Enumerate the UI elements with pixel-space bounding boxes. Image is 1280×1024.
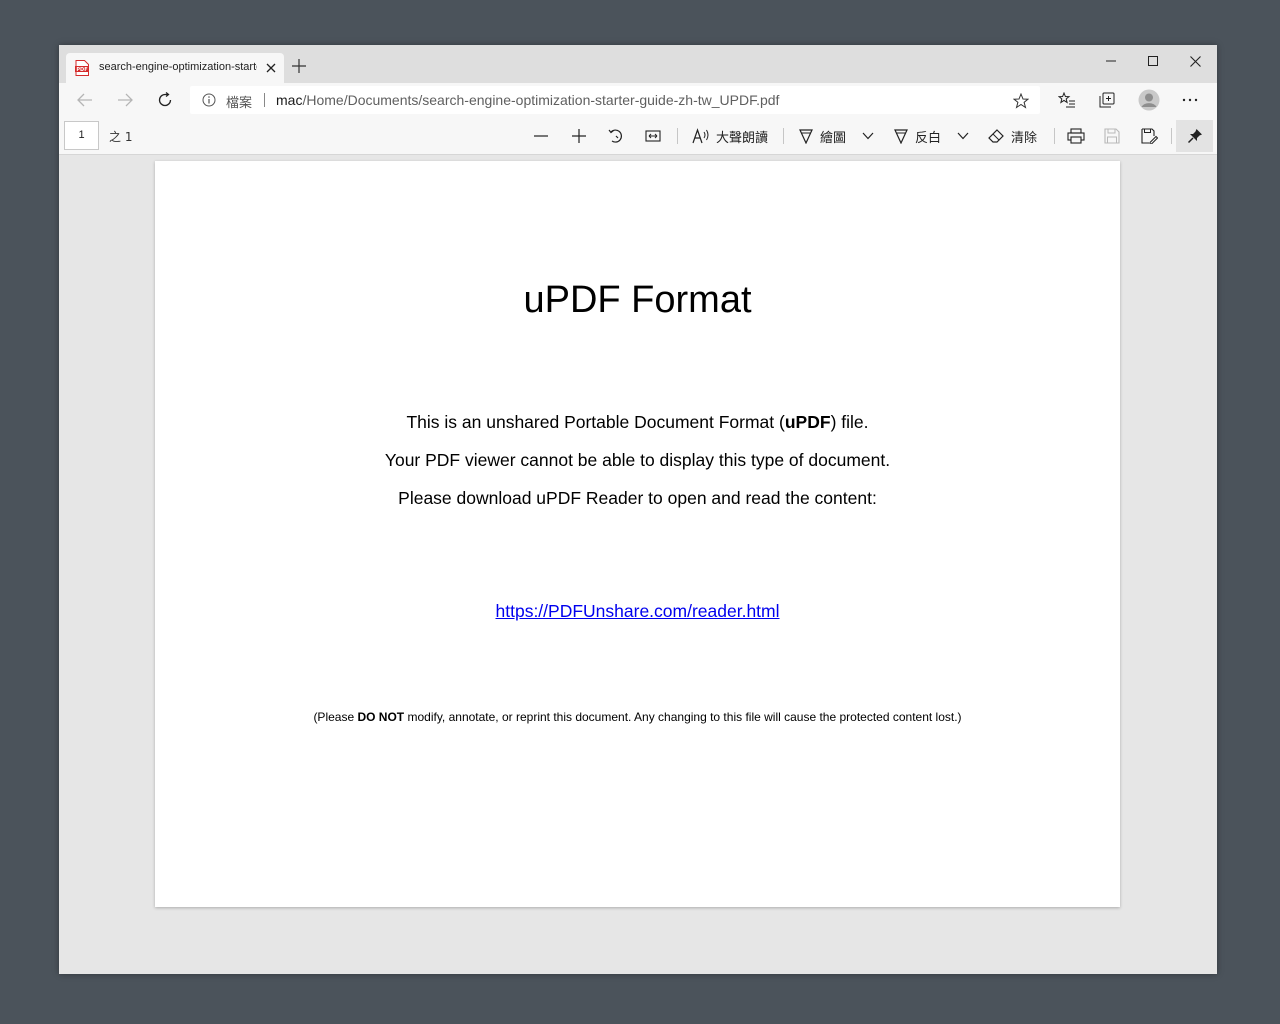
browser-window: PDF search-engine-optimization-starter-g… bbox=[59, 45, 1217, 974]
window-close-button[interactable] bbox=[1174, 47, 1216, 75]
document-line-1: This is an unshared Portable Document Fo… bbox=[155, 412, 1120, 433]
fit-page-button[interactable] bbox=[645, 123, 661, 149]
document-line-2: Your PDF viewer cannot be able to displa… bbox=[384, 450, 891, 470]
highlight-icon bbox=[894, 129, 908, 144]
toolbar-separator bbox=[1171, 128, 1172, 144]
chevron-down-icon bbox=[862, 132, 874, 140]
tab-close-button[interactable] bbox=[262, 59, 280, 77]
zoom-in-button[interactable] bbox=[571, 123, 587, 149]
print-button[interactable] bbox=[1067, 123, 1085, 149]
favorites-list-icon bbox=[1058, 92, 1075, 108]
maximize-icon bbox=[1148, 56, 1158, 66]
printer-icon bbox=[1067, 128, 1085, 144]
highlight-label: 反白 bbox=[915, 130, 942, 146]
highlight-button[interactable]: 反白 bbox=[893, 123, 941, 149]
minimize-icon bbox=[1106, 60, 1116, 62]
info-icon[interactable] bbox=[202, 93, 216, 107]
save-as-icon bbox=[1141, 128, 1158, 144]
document-note: (Please DO NOT modify, annotate, or repr… bbox=[155, 710, 1120, 724]
toolbar-separator bbox=[677, 128, 678, 144]
refresh-icon bbox=[158, 92, 172, 107]
draw-icon bbox=[799, 129, 813, 144]
page-total-label: 之 1 bbox=[109, 130, 133, 144]
url-path: /Home/Documents/search-engine-optimizati… bbox=[302, 92, 780, 108]
pin-toolbar-button[interactable] bbox=[1176, 120, 1213, 152]
erase-label: 清除 bbox=[1011, 130, 1038, 146]
tab-active[interactable]: PDF search-engine-optimization-starter-g… bbox=[66, 53, 284, 83]
maximize-button[interactable] bbox=[1132, 47, 1174, 75]
document-note-end: modify, annotate, or reprint this docume… bbox=[404, 710, 962, 724]
arrow-left-icon bbox=[77, 93, 92, 107]
highlight-options-dropdown[interactable] bbox=[957, 123, 969, 149]
pdf-icon-label: PDF bbox=[76, 67, 87, 73]
forward-button[interactable] bbox=[111, 87, 139, 113]
document-line-1-bold: uPDF bbox=[784, 412, 831, 432]
close-icon bbox=[266, 63, 276, 73]
refresh-button[interactable] bbox=[151, 87, 179, 113]
avatar-icon bbox=[1138, 89, 1160, 111]
minus-icon bbox=[534, 135, 548, 137]
back-button[interactable] bbox=[71, 87, 99, 113]
save-as-button[interactable] bbox=[1141, 123, 1158, 149]
document-note-bold: DO NOT bbox=[357, 710, 405, 724]
read-aloud-icon bbox=[692, 128, 709, 144]
star-icon bbox=[1013, 93, 1029, 109]
document-line-1-end: ) file. bbox=[830, 412, 869, 432]
arrow-right-icon bbox=[118, 93, 133, 107]
document-title: uPDF Format bbox=[523, 279, 752, 321]
more-icon bbox=[1182, 98, 1198, 102]
collections-button[interactable] bbox=[1093, 87, 1121, 113]
reader-download-link[interactable]: https://PDFUnshare.com/reader.html bbox=[496, 601, 780, 621]
favorites-button[interactable] bbox=[1053, 87, 1081, 113]
toolbar-separator bbox=[1054, 128, 1055, 144]
add-favorite-button[interactable] bbox=[1010, 90, 1032, 112]
minimize-button[interactable] bbox=[1090, 47, 1132, 75]
pdf-file-icon: PDF bbox=[75, 60, 89, 76]
site-identity-label: 檔案 bbox=[226, 96, 253, 111]
url-host: mac bbox=[276, 92, 303, 108]
draw-label: 繪圖 bbox=[820, 130, 847, 146]
fit-width-icon bbox=[645, 130, 661, 142]
new-tab-button[interactable] bbox=[289, 56, 309, 76]
profile-button[interactable] bbox=[1135, 87, 1163, 113]
erase-button[interactable]: 清除 bbox=[988, 123, 1037, 149]
plus-icon bbox=[572, 129, 586, 143]
address-bar[interactable]: 檔案 mac/Home/Documents/search-engine-opti… bbox=[190, 86, 1040, 114]
reader-link-container: https://PDFUnshare.com/reader.html bbox=[155, 601, 1120, 622]
page-number-input[interactable]: 1 bbox=[64, 121, 99, 150]
plus-icon bbox=[292, 59, 306, 73]
zoom-out-button[interactable] bbox=[533, 123, 549, 149]
pdf-page: uPDF Format This is an unshared Portable… bbox=[155, 161, 1120, 907]
document-line-3: Please download uPDF Reader to open and … bbox=[398, 488, 877, 508]
read-aloud-label: 大聲朗讀 bbox=[716, 130, 769, 146]
address-separator bbox=[264, 93, 265, 107]
save-button[interactable] bbox=[1104, 123, 1120, 149]
save-icon bbox=[1104, 128, 1120, 144]
url-text[interactable]: mac/Home/Documents/search-engine-optimiz… bbox=[276, 92, 779, 108]
title-bar: PDF search-engine-optimization-starter-g… bbox=[59, 45, 1217, 83]
rotate-button[interactable] bbox=[608, 123, 624, 149]
toolbar-separator bbox=[783, 128, 784, 144]
draw-button[interactable]: 繪圖 bbox=[798, 123, 846, 149]
tab-title: search-engine-optimization-starter-guide… bbox=[99, 61, 257, 73]
close-icon bbox=[1189, 55, 1201, 67]
document-note-start: (Please bbox=[313, 710, 358, 724]
pdf-toolbar: 1 之 1 大聲朗讀 繪圖 反白 清除 bbox=[59, 117, 1217, 155]
navigation-bar: 檔案 mac/Home/Documents/search-engine-opti… bbox=[59, 83, 1217, 117]
document-line-1-start: This is an unshared Portable Document Fo… bbox=[406, 412, 785, 432]
read-aloud-button[interactable]: 大聲朗讀 bbox=[692, 123, 768, 149]
settings-more-button[interactable] bbox=[1176, 87, 1204, 113]
chevron-down-icon bbox=[957, 132, 969, 140]
rotate-icon bbox=[608, 129, 622, 143]
collections-icon bbox=[1099, 92, 1115, 108]
pin-icon bbox=[1187, 129, 1202, 144]
draw-options-dropdown[interactable] bbox=[862, 123, 874, 149]
eraser-icon bbox=[988, 129, 1004, 143]
